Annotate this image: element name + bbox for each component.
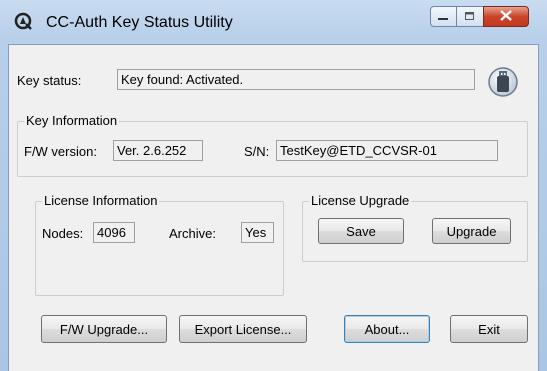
usb-key-icon: [487, 65, 519, 99]
key-information-group: Key Information F/W version: Ver. 2.6.25…: [17, 113, 528, 177]
about-button[interactable]: About...: [344, 315, 430, 343]
app-icon: [14, 12, 34, 32]
dialog-client-area: Key status: Key found: Activated. Key In…: [8, 44, 539, 371]
archive-field: Yes: [241, 222, 274, 243]
exit-button[interactable]: Exit: [450, 315, 528, 343]
fw-version-label: F/W version:: [24, 144, 97, 159]
license-information-title: License Information: [42, 193, 160, 208]
key-status-label: Key status:: [17, 73, 82, 88]
upgrade-button[interactable]: Upgrade: [432, 218, 511, 244]
license-information-group: License Information Nodes: 4096 Archive:…: [35, 193, 284, 296]
title-bar[interactable]: CC-Auth Key Status Utility: [0, 0, 547, 45]
export-license-button[interactable]: Export License...: [179, 315, 307, 343]
key-information-title: Key Information: [24, 113, 120, 128]
serial-number-label: S/N:: [244, 144, 270, 159]
close-icon: [500, 9, 512, 24]
app-window: CC-Auth Key Status Utility Key status: K…: [0, 0, 547, 371]
license-upgrade-group: License Upgrade Save Upgrade: [302, 193, 528, 262]
key-status-field: Key found: Activated.: [117, 69, 475, 90]
nodes-label: Nodes:: [42, 226, 84, 241]
maximize-icon: [465, 9, 475, 24]
serial-number-field: TestKey@ETD_CCVSR-01: [276, 140, 498, 161]
window-title: CC-Auth Key Status Utility: [46, 14, 233, 31]
close-button[interactable]: [483, 6, 529, 27]
maximize-button[interactable]: [457, 6, 483, 27]
license-upgrade-title: License Upgrade: [309, 193, 412, 208]
fw-version-field: Ver. 2.6.252: [113, 140, 203, 161]
save-button[interactable]: Save: [318, 218, 404, 244]
archive-label: Archive:: [169, 226, 216, 241]
nodes-field: 4096: [93, 222, 135, 243]
minimize-icon: [438, 9, 449, 24]
fw-upgrade-button[interactable]: F/W Upgrade...: [41, 315, 167, 343]
minimize-button[interactable]: [430, 6, 457, 27]
